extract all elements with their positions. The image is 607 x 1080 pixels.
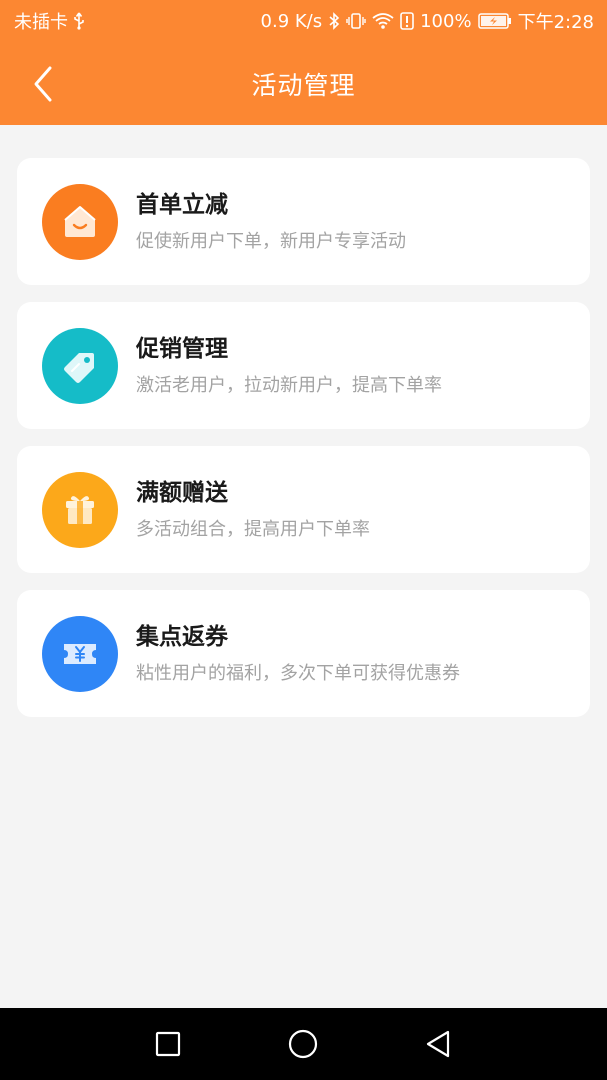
activity-title: 首单立减 <box>136 191 228 218</box>
battery-percent: 100% <box>420 10 472 32</box>
activity-card-promotion-management[interactable]: 促销管理 激活老用户，拉动新用户，提高下单率 <box>17 302 590 429</box>
back-nav-button[interactable] <box>412 1018 464 1070</box>
house-icon <box>42 183 118 260</box>
activity-card-points-voucher[interactable]: 集点返券 粘性用户的福利，多次下单可获得优惠券 <box>17 590 590 717</box>
activity-title: 集点返券 <box>136 623 228 650</box>
activity-description: 促使新用户下单，新用户专享活动 <box>136 230 406 252</box>
network-speed: 0.9 K/s <box>260 10 323 32</box>
activity-description: 激活老用户，拉动新用户，提高下单率 <box>136 374 442 396</box>
activity-card-text: 首单立减 促使新用户下单，新用户专享活动 <box>136 190 406 254</box>
status-bar: 未插卡 0.9 K/s 100% 下午2:28 <box>0 0 607 42</box>
activity-card-text: 满额赠送 多活动组合，提高用户下单率 <box>136 478 370 542</box>
activity-title: 促销管理 <box>136 335 228 362</box>
carrier-label: 未插卡 <box>14 12 68 33</box>
activity-card-text: 集点返券 粘性用户的福利，多次下单可获得优惠券 <box>136 622 460 686</box>
chevron-left-icon <box>34 66 52 102</box>
activity-card-text: 促销管理 激活老用户，拉动新用户，提高下单率 <box>136 334 442 398</box>
activity-card-first-order-discount[interactable]: 首单立减 促使新用户下单，新用户专享活动 <box>17 158 590 285</box>
vibrate-icon <box>346 12 366 30</box>
yen-ticket-icon <box>42 615 118 692</box>
tag-icon <box>42 327 118 404</box>
back-button[interactable] <box>18 60 66 108</box>
usb-icon <box>73 12 85 30</box>
recent-apps-icon <box>155 1031 181 1057</box>
status-bar-left: 未插卡 <box>14 8 85 34</box>
system-nav-bar <box>0 1008 607 1080</box>
gift-icon <box>42 471 118 548</box>
recent-apps-button[interactable] <box>142 1018 194 1070</box>
wifi-icon <box>372 12 394 30</box>
home-icon <box>288 1029 318 1059</box>
activity-description: 多活动组合，提高用户下单率 <box>136 518 370 540</box>
app-header: 活动管理 <box>0 42 607 125</box>
bluetooth-icon <box>328 12 340 30</box>
home-button[interactable] <box>277 1018 329 1070</box>
activity-list: 首单立减 促使新用户下单，新用户专享活动 促销管理 激活老用户，拉动新用户，提高… <box>17 158 590 717</box>
page-title: 活动管理 <box>251 70 356 100</box>
battery-charging-icon <box>477 13 512 29</box>
status-bar-right: 0.9 K/s 100% 下午2:28 <box>261 8 594 34</box>
clock: 下午2:28 <box>517 12 594 33</box>
alert-icon <box>400 12 414 30</box>
activity-card-spend-and-gift[interactable]: 满额赠送 多活动组合，提高用户下单率 <box>17 446 590 573</box>
activity-title: 满额赠送 <box>136 479 228 506</box>
activity-description: 粘性用户的福利，多次下单可获得优惠券 <box>136 662 460 684</box>
back-icon <box>426 1030 450 1058</box>
